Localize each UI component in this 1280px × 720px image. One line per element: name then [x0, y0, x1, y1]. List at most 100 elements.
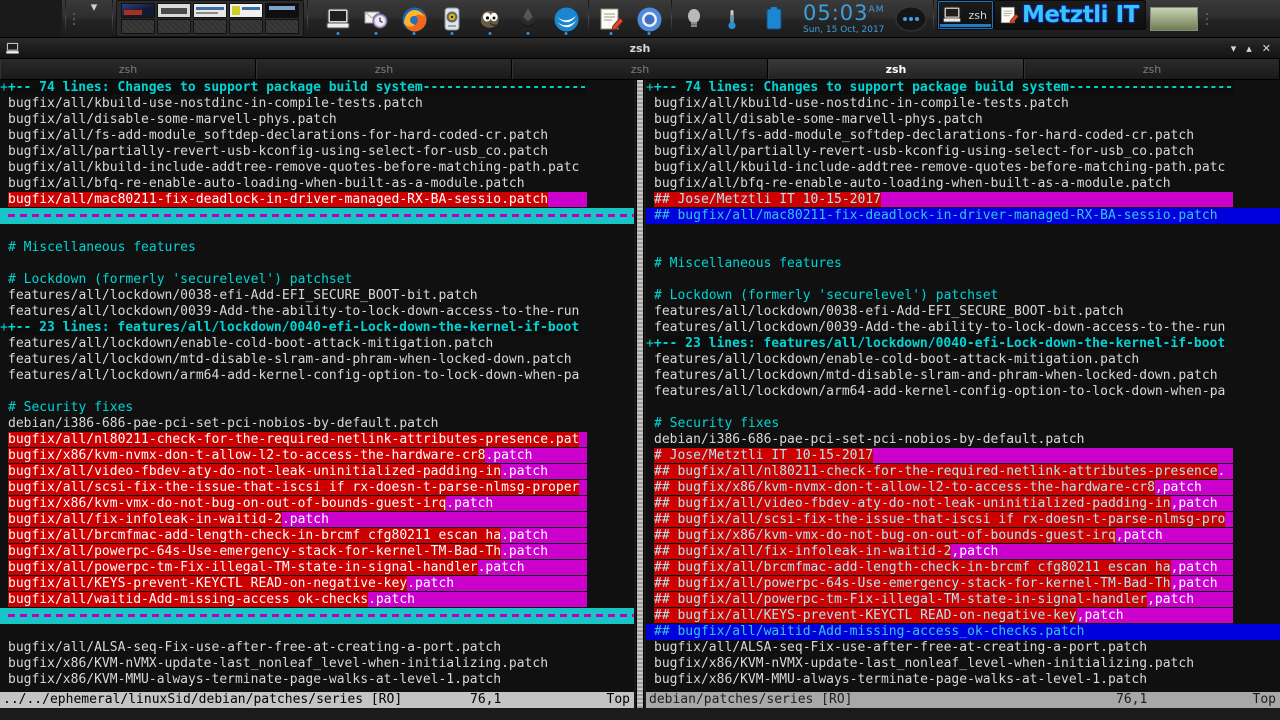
vim-text-line[interactable]: bugfix/x86/KVM-nVMX-update-last_nonleaf_…: [646, 656, 1280, 672]
system-monitor-icon[interactable]: [892, 0, 930, 38]
vim-diff-added-line[interactable]: ## bugfix/all/powerpc-tm-Fix-illegal-TM-…: [646, 592, 1280, 608]
pager-desktop-10[interactable]: [265, 19, 299, 34]
vim-text-line[interactable]: features/all/lockdown/arm64-add-kernel-c…: [646, 384, 1280, 400]
vim-text-line[interactable]: bugfix/x86/KVM-MMU-always-terminate-page…: [646, 672, 1280, 688]
vim-diff-added-line[interactable]: ## bugfix/all/scsi-fix-the-issue-that-is…: [646, 512, 1280, 528]
vim-text-line[interactable]: features/all/lockdown/0038-efi-Add-EFI_S…: [0, 288, 634, 304]
tab-zsh-1[interactable]: zsh: [0, 59, 256, 79]
vim-text-line[interactable]: bugfix/all/partially-revert-usb-kconfig-…: [646, 144, 1280, 160]
vim-diff-changed-line[interactable]: bugfix/all/nl80211-check-for-the-require…: [0, 432, 634, 448]
taskbar-clock[interactable]: 05:03AM Sun, 15 Oct, 2017: [795, 0, 892, 37]
minimize-button[interactable]: ▾: [1231, 43, 1237, 54]
tab-zsh-3[interactable]: zsh: [512, 59, 768, 79]
vim-buffer-right[interactable]: ++-- 74 lines: Changes to support packag…: [646, 80, 1280, 692]
taskbar-grip-handle-right[interactable]: [1202, 0, 1212, 37]
vim-text-line[interactable]: bugfix/all/bfq-re-enable-auto-loading-wh…: [0, 176, 634, 192]
vim-diff-changed-line[interactable]: bugfix/x86/kvm-vmx-do-not-bug-on-out-of-…: [0, 496, 634, 512]
pager-desktop-3[interactable]: [193, 3, 227, 18]
vim-text-line[interactable]: features/all/lockdown/arm64-add-kernel-c…: [0, 368, 634, 384]
vim-comment-line[interactable]: # Lockdown (formerly 'securelevel') patc…: [646, 288, 1280, 304]
vim-command-line[interactable]: [0, 708, 1280, 720]
vim-text-line[interactable]: bugfix/all/disable-some-marvell-phys.pat…: [646, 112, 1280, 128]
gimp-icon[interactable]: [471, 0, 509, 38]
pager-desktop-6[interactable]: [121, 19, 155, 34]
vim-diff-changed-line[interactable]: bugfix/all/KEYS-prevent-KEYCTL READ-on-n…: [0, 576, 634, 592]
chromium-icon[interactable]: [630, 0, 668, 38]
vim-diff-changed-line[interactable]: bugfix/all/scsi-fix-the-issue-that-iscsi…: [0, 480, 634, 496]
vim-text-line[interactable]: bugfix/all/kbuild-use-nostdinc-in-compil…: [646, 96, 1280, 112]
vim-text-line[interactable]: bugfix/x86/KVM-MMU-always-terminate-page…: [0, 672, 634, 688]
vim-fold-line[interactable]: ++-- 74 lines: Changes to support packag…: [646, 80, 1280, 96]
vim-diff-changed-line[interactable]: bugfix/all/fix-infoleak-in-waitid-2.patc…: [0, 512, 634, 528]
vim-cursor-line[interactable]: ## bugfix/all/mac80211-fix-deadlock-in-d…: [646, 208, 1280, 224]
chevron-down-icon[interactable]: ▾: [79, 0, 109, 37]
vim-diff-added-line[interactable]: ## Jose/Metztli IT 10-15-2017: [646, 192, 1280, 208]
taskbar-window-metztli[interactable]: Metztli IT: [993, 0, 1146, 30]
text-editor-icon[interactable]: [592, 0, 630, 38]
vim-diff-changed-line[interactable]: bugfix/x86/kvm-nvmx-don-t-allow-l2-to-ac…: [0, 448, 634, 464]
pager-desktop-5[interactable]: [265, 3, 299, 18]
vim-text-line[interactable]: bugfix/all/disable-some-marvell-phys.pat…: [0, 112, 634, 128]
vim-text-line[interactable]: bugfix/all/kbuild-use-nostdinc-in-compil…: [0, 96, 634, 112]
firefox-icon[interactable]: [395, 0, 433, 38]
vim-diff-added-line[interactable]: ## bugfix/all/video-fbdev-aty-do-not-lea…: [646, 496, 1280, 512]
vim-text-line[interactable]: bugfix/all/bfq-re-enable-auto-loading-wh…: [646, 176, 1280, 192]
vim-fold-line[interactable]: ++-- 23 lines: features/all/lockdown/004…: [0, 320, 634, 336]
pager-desktop-1[interactable]: [121, 3, 155, 18]
vim-comment-line[interactable]: # Security fixes: [646, 416, 1280, 432]
clock-mail-icon[interactable]: [357, 0, 395, 38]
workspace-pager[interactable]: [116, 0, 304, 37]
vim-text-line[interactable]: features/all/lockdown/enable-cold-boot-a…: [646, 352, 1280, 368]
terminal-icon[interactable]: [319, 0, 357, 38]
vim-text-line[interactable]: features/all/lockdown/enable-cold-boot-a…: [0, 336, 634, 352]
vim-text-line[interactable]: bugfix/all/ALSA-seq-Fix-use-after-free-a…: [646, 640, 1280, 656]
vim-text-line[interactable]: features/all/lockdown/mtd-disable-slram-…: [0, 352, 634, 368]
thermometer-icon[interactable]: [713, 0, 751, 38]
maximize-button[interactable]: ▴: [1246, 43, 1252, 54]
inkscape-icon[interactable]: [509, 0, 547, 38]
pager-desktop-8[interactable]: [193, 19, 227, 34]
vim-comment-line[interactable]: # Security fixes: [0, 400, 634, 416]
vim-comment-line[interactable]: # Lockdown (formerly 'securelevel') patc…: [0, 272, 634, 288]
vim-diff-added-line[interactable]: ## bugfix/all/brcmfmac-add-length-check-…: [646, 560, 1280, 576]
vim-pane-right[interactable]: ++-- 74 lines: Changes to support packag…: [646, 80, 1280, 720]
vim-diff-changed-line[interactable]: bugfix/all/powerpc-64s-Use-emergency-sta…: [0, 544, 634, 560]
vim-text-line[interactable]: debian/i386-686-pae-pci-set-pci-nobios-b…: [0, 416, 634, 432]
pager-desktop-9[interactable]: [229, 19, 263, 34]
vim-text-line[interactable]: bugfix/all/fs-add-module_softdep-declara…: [646, 128, 1280, 144]
vim-diff-changed-line[interactable]: bugfix/all/brcmfmac-add-length-check-in-…: [0, 528, 634, 544]
vim-text-line[interactable]: bugfix/x86/KVM-nVMX-update-last_nonleaf_…: [0, 656, 634, 672]
vim-text-line[interactable]: features/all/lockdown/0038-efi-Add-EFI_S…: [646, 304, 1280, 320]
tab-zsh-4[interactable]: zsh: [768, 59, 1024, 79]
vim-diff-changed-line[interactable]: bugfix/all/waitid-Add-missing-access ok-…: [0, 592, 634, 608]
taskbar-window-zsh[interactable]: zsh: [937, 0, 994, 30]
vim-comment-line[interactable]: # Miscellaneous features: [0, 240, 634, 256]
taskbar-grip-handle[interactable]: [69, 0, 79, 37]
pager-desktop-4[interactable]: [229, 3, 263, 18]
tab-zsh-5[interactable]: zsh: [1024, 59, 1280, 79]
battery-icon[interactable]: [751, 0, 795, 38]
vim-diff-added-line[interactable]: ## bugfix/x86/kvm-nvmx-don-t-allow-l2-to…: [646, 480, 1280, 496]
lightbulb-icon[interactable]: [675, 0, 713, 38]
vim-diff-added-line[interactable]: # Jose/Metztli IT 10-15-2017: [646, 448, 1280, 464]
vim-text-line[interactable]: features/all/lockdown/0039-Add-the-abili…: [646, 320, 1280, 336]
vim-diff-changed-line[interactable]: bugfix/all/powerpc-tm-Fix-illegal-TM-sta…: [0, 560, 634, 576]
pager-desktop-7[interactable]: [157, 19, 191, 34]
vim-text-line[interactable]: debian/i386-686-pae-pci-set-pci-nobios-b…: [646, 432, 1280, 448]
vim-diff-changed-line[interactable]: bugfix/all/video-fbdev-aty-do-not-leak-u…: [0, 464, 634, 480]
vim-vertical-split-scrollbar[interactable]: [634, 80, 646, 720]
window-titlebar[interactable]: zsh ▾ ▴ ✕: [0, 38, 1280, 59]
tab-zsh-2[interactable]: zsh: [256, 59, 512, 79]
libreoffice-icon[interactable]: [547, 0, 585, 38]
vim-text-line[interactable]: bugfix/all/kbuild-include-addtree-remove…: [646, 160, 1280, 176]
wallpaper-preview-icon[interactable]: [1146, 0, 1202, 38]
vim-diff-added-line[interactable]: ## bugfix/all/fix-infoleak-in-waitid-2,p…: [646, 544, 1280, 560]
vim-text-line[interactable]: features/all/lockdown/0039-Add-the-abili…: [0, 304, 634, 320]
close-button[interactable]: ✕: [1262, 43, 1271, 54]
vim-buffer-left[interactable]: ++-- 74 lines: Changes to support packag…: [0, 80, 634, 692]
vim-diff-added-line[interactable]: ## bugfix/all/KEYS-prevent-KEYCTL READ-o…: [646, 608, 1280, 624]
vim-text-line[interactable]: bugfix/all/kbuild-include-addtree-remove…: [0, 160, 634, 176]
vim-comment-line[interactable]: # Miscellaneous features: [646, 256, 1280, 272]
vim-diff-added-line[interactable]: ## bugfix/x86/kvm-vmx-do-not-bug-on-out-…: [646, 528, 1280, 544]
vim-text-line[interactable]: bugfix/all/partially-revert-usb-kconfig-…: [0, 144, 634, 160]
